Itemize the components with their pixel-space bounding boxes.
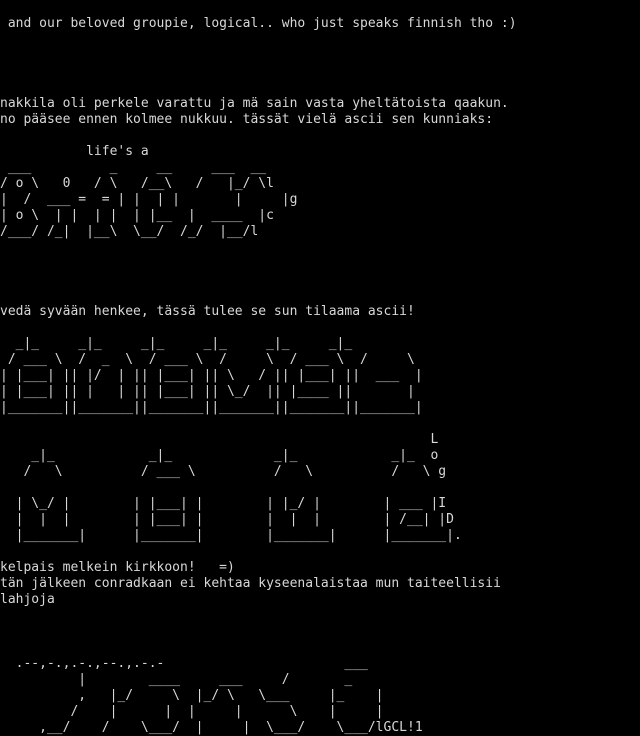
- text-line: and our beloved groupie, logical.. who j…: [0, 16, 517, 31]
- ascii-art-line: life's a: [0, 144, 149, 159]
- ascii-art-line: |_______||_______||_______||_______||___…: [0, 400, 423, 415]
- text-line: no pääsee ennen kolmee nukkuu. tässät vi…: [0, 112, 494, 127]
- ascii-art-line: / o \ 0 / \ /__\ / |_/ \l: [0, 176, 274, 191]
- ascii-art-line: /___/ /_| |__\ \__/ /_/ |__/l: [0, 224, 259, 239]
- ascii-art-line: | |___| || | | || |___| || \_/ || |____ …: [0, 384, 415, 399]
- ascii-art-line: / | | | | \ | |: [0, 704, 384, 719]
- text-line: lahjoja: [0, 592, 55, 607]
- ascii-art-line: / ___ \ / _ \ / ___ \ / \ / ___ \ / \: [0, 352, 415, 367]
- ascii-art-line: | / ___ = = | | | | | |g: [0, 192, 298, 207]
- ascii-art-line: | |___| || |/ | || |___| || \ / || |___|…: [0, 368, 423, 383]
- ascii-art-line: ___ _ __ ___ __: [0, 160, 267, 175]
- ascii-art-line: , |_/ \ |_/ \ \___ |_ |: [0, 688, 384, 703]
- text-line: tän jälkeen conradkaan ei kehtaa kyseena…: [0, 576, 501, 591]
- ascii-art-line: | o \ | | | | | |__ | ____ |c: [0, 208, 274, 223]
- ascii-art-line: L: [0, 432, 439, 447]
- text-line: nakkila oli perkele varattu ja mä sain v…: [0, 96, 509, 111]
- ascii-art-line: / \ / ___ \ / \ / \ g: [0, 464, 447, 479]
- ascii-art-line: | \_/ | | |___| | | |_/ | | ___ |I: [0, 496, 447, 511]
- ascii-art-line: |_______| |_______| |_______| |_______|.: [0, 528, 462, 543]
- ascii-art-line: .--,-.,.-.,--.,.-.- ___: [0, 656, 368, 671]
- terminal-screen: and our beloved groupie, logical.. who j…: [0, 0, 640, 736]
- ascii-art-line: | | | | |___| | | | | | /__| |D: [0, 512, 454, 527]
- text-line: vedä syvään henkee, tässä tulee se sun t…: [0, 304, 415, 319]
- ascii-art-line: _|_ _|_ _|_ _|_ o: [0, 448, 439, 463]
- text-line: kelpais melkein kirkkoon! =): [0, 560, 235, 575]
- ascii-art-line: _|_ _|_ _|_ _|_ _|_ _|_: [0, 336, 353, 351]
- ascii-art-line: | ____ ___ / _: [0, 672, 353, 687]
- ascii-art-line: ,__/ / \___/ | | \___/ \___/lGCL!1: [0, 720, 423, 735]
